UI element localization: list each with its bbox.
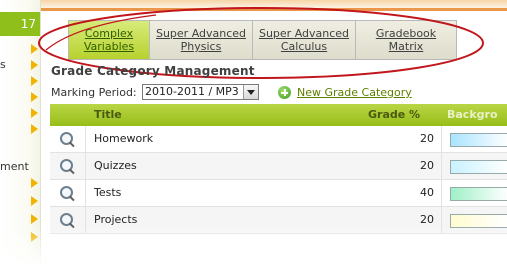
chevron-right-icon[interactable]: [31, 196, 38, 206]
magnifier-icon[interactable]: [60, 132, 73, 145]
category-title: Quizzes: [94, 159, 137, 172]
category-color-swatch: [450, 160, 507, 174]
chevron-right-icon[interactable]: [31, 214, 38, 224]
table-row[interactable]: Tests 40: [50, 180, 507, 207]
chevron-right-icon[interactable]: [31, 108, 38, 118]
category-color-swatch: [450, 187, 507, 201]
sidebar: 17 s ment: [0, 0, 41, 266]
table-header: Title Grade % Backgro: [50, 104, 507, 126]
column-header-grade[interactable]: Grade %: [368, 104, 420, 126]
course-tabs: Complex Variables Super Advanced Physics…: [68, 20, 457, 60]
chevron-right-icon[interactable]: [31, 76, 38, 86]
chevron-right-icon[interactable]: [31, 232, 38, 242]
grade-category-table: Title Grade % Backgro Homework 20 Quizze…: [50, 104, 507, 234]
category-color-swatch: [450, 133, 507, 147]
category-color-swatch: [450, 214, 507, 228]
table-row[interactable]: Projects 20: [50, 207, 507, 234]
page-title: Grade Category Management: [51, 64, 255, 78]
sidebar-text-fragment: s: [0, 58, 6, 71]
category-grade: 20: [420, 213, 434, 226]
new-grade-category-link[interactable]: New Grade Category: [297, 86, 412, 99]
chevron-down-icon[interactable]: [243, 85, 258, 99]
column-header-background[interactable]: Backgro: [447, 104, 498, 126]
top-accent-strip: [40, 0, 507, 11]
marking-period-value: 2010-2011 / MP3: [145, 85, 239, 98]
category-grade: 20: [420, 159, 434, 172]
marking-period-label: Marking Period:: [51, 86, 137, 99]
tab-gradebook-matrix[interactable]: Gradebook Matrix: [356, 20, 457, 60]
category-title: Tests: [94, 186, 122, 199]
chevron-right-icon[interactable]: [31, 44, 38, 54]
table-row[interactable]: Quizzes 20: [50, 153, 507, 180]
category-title: Homework: [94, 132, 154, 145]
tab-super-advanced-physics[interactable]: Super Advanced Physics: [150, 20, 253, 60]
chevron-right-icon[interactable]: [31, 92, 38, 102]
chevron-right-icon[interactable]: [31, 124, 38, 134]
sidebar-text-fragment: ment: [0, 160, 29, 173]
category-grade: 20: [420, 132, 434, 145]
magnifier-icon[interactable]: [60, 159, 73, 172]
magnifier-icon[interactable]: [60, 186, 73, 199]
chevron-right-icon[interactable]: [31, 60, 38, 70]
category-grade: 40: [420, 186, 434, 199]
chevron-right-icon[interactable]: [31, 178, 38, 188]
table-row[interactable]: Homework 20: [50, 126, 507, 153]
category-title: Projects: [94, 213, 138, 226]
column-header-title[interactable]: Title: [94, 104, 122, 126]
tab-super-advanced-calculus[interactable]: Super Advanced Calculus: [253, 20, 356, 60]
sidebar-header: 17: [0, 12, 40, 36]
tab-complex-variables[interactable]: Complex Variables: [68, 20, 150, 60]
magnifier-icon[interactable]: [60, 213, 73, 226]
plus-icon[interactable]: [278, 86, 291, 99]
marking-period-select[interactable]: 2010-2011 / MP3: [142, 84, 259, 100]
